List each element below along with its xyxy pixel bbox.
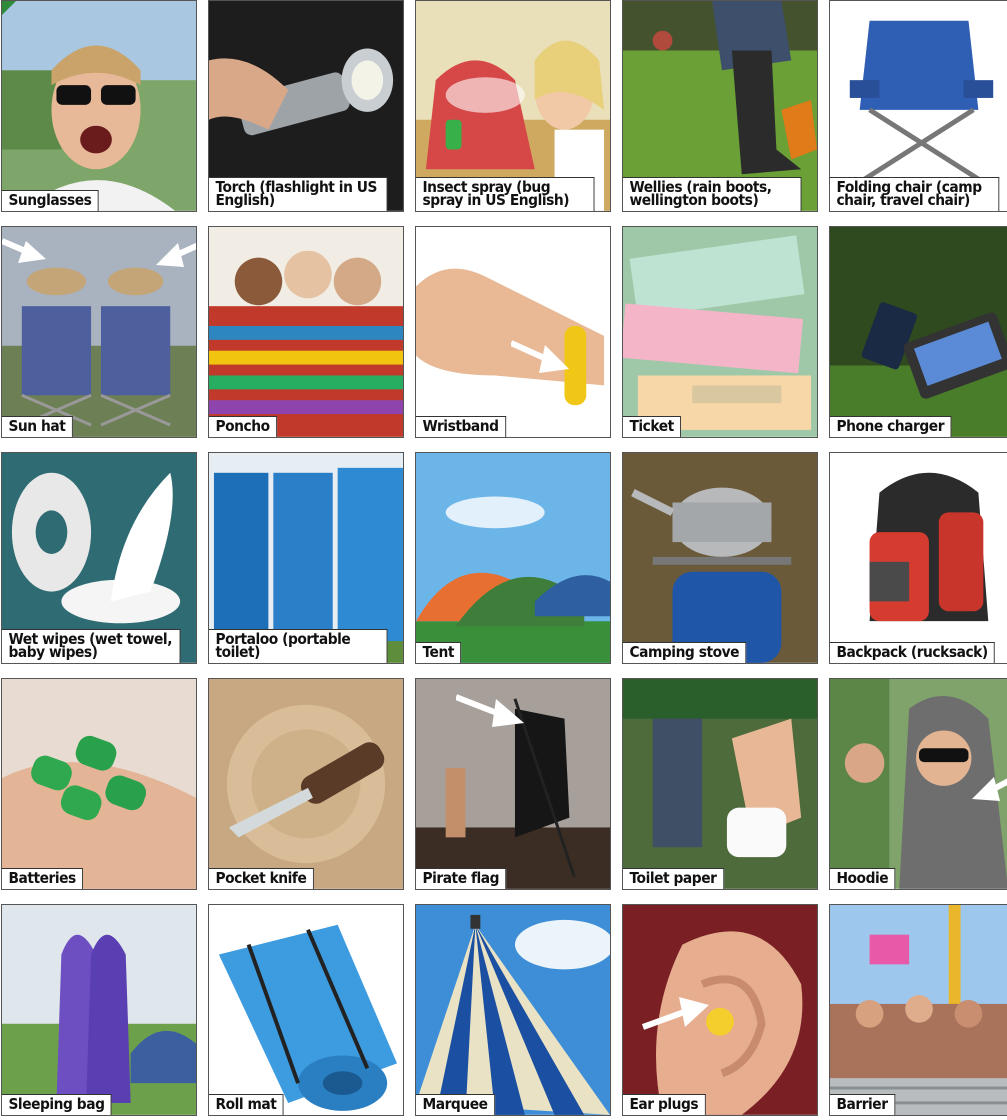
item-label: Hoodie [830, 868, 896, 889]
card-torch: Torch (flashlight in US English) [208, 0, 404, 212]
item-label: Camping stove [623, 642, 747, 663]
item-label: Torch (flashlight in US English) [209, 177, 388, 211]
roll-mat-photo [209, 905, 403, 1115]
camping-stove-photo [623, 453, 817, 663]
card-ticket: Ticket [622, 226, 818, 438]
item-label: Wellies (rain boots, wellington boots) [623, 177, 802, 211]
card-wet-wipes: Wet wipes (wet towel, baby wipes) [1, 452, 197, 664]
card-roll-mat: Roll mat [208, 904, 404, 1116]
item-label: Sun hat [2, 416, 73, 437]
item-label: Ticket [623, 416, 682, 437]
item-label: Tent [416, 642, 462, 663]
item-label: Wet wipes (wet towel, baby wipes) [2, 629, 181, 663]
item-label: Toilet paper [623, 868, 724, 889]
card-poncho: Poncho [208, 226, 404, 438]
item-label: Insect spray (bug spray in US English) [416, 177, 595, 211]
card-sun-hat: Sun hat [1, 226, 197, 438]
card-pirate-flag: Pirate flag [415, 678, 611, 890]
card-pocket-knife: Pocket knife [208, 678, 404, 890]
phone-charger-photo [830, 227, 1007, 437]
arrow-icon [456, 694, 524, 727]
ticket-photo [623, 227, 817, 437]
item-label: Batteries [2, 868, 84, 889]
arrow-icon [511, 340, 569, 373]
sleeping-bag-photo [2, 905, 196, 1115]
corner-tab [2, 1, 16, 15]
card-marquee: Marquee [415, 904, 611, 1116]
card-phone-charger: Phone charger [829, 226, 1007, 438]
pocket-knife-photo [209, 679, 403, 889]
item-label: Ear plugs [623, 1094, 706, 1115]
card-sleeping-bag: Sleeping bag [1, 904, 197, 1116]
card-barrier: Barrier [829, 904, 1007, 1116]
card-folding-chair: Folding chair (camp chair, travel chair) [829, 0, 1007, 212]
tent-photo [416, 453, 610, 663]
arrow-icon [2, 238, 46, 263]
marquee-photo [416, 905, 610, 1115]
card-batteries: Batteries [1, 678, 197, 890]
batteries-photo [2, 679, 196, 889]
sunglasses-photo [2, 1, 196, 211]
card-portaloo: Portaloo (portable toilet) [208, 452, 404, 664]
card-toilet-paper: Toilet paper [622, 678, 818, 890]
arrow-icon [972, 777, 1007, 801]
card-tent: Tent [415, 452, 611, 664]
card-wellies: Wellies (rain boots, wellington boots) [622, 0, 818, 212]
toilet-paper-photo [623, 679, 817, 889]
item-label: Portaloo (portable toilet) [209, 629, 388, 663]
item-label: Roll mat [209, 1094, 284, 1115]
item-label: Wristband [416, 416, 506, 437]
item-label: Pirate flag [416, 868, 507, 889]
item-label: Poncho [209, 416, 277, 437]
item-label: Backpack (rucksack) [830, 642, 996, 663]
card-camping-stove: Camping stove [622, 452, 818, 664]
wristband-photo [416, 227, 610, 437]
card-hoodie: Hoodie [829, 678, 1007, 890]
arrow-icon [156, 242, 196, 267]
item-label: Barrier [830, 1094, 895, 1115]
card-ear-plugs: Ear plugs [622, 904, 818, 1116]
item-label: Sleeping bag [2, 1094, 112, 1115]
item-label: Pocket knife [209, 868, 314, 889]
arrow-icon [641, 997, 709, 1030]
item-label: Folding chair (camp chair, travel chair) [830, 177, 1000, 211]
item-label: Marquee [416, 1094, 495, 1115]
poncho-photo [209, 227, 403, 437]
card-sunglasses: Sunglasses [1, 0, 197, 212]
item-label: Sunglasses [2, 190, 99, 211]
card-backpack: Backpack (rucksack) [829, 452, 1007, 664]
card-insect-spray: Insect spray (bug spray in US English) [415, 0, 611, 212]
barrier-photo [830, 905, 1007, 1115]
item-label: Phone charger [830, 416, 952, 437]
backpack-photo [830, 453, 1007, 663]
card-wristband: Wristband [415, 226, 611, 438]
vocabulary-grid: Sunglasses Torch (flashlight in US Engli… [0, 0, 1007, 1120]
